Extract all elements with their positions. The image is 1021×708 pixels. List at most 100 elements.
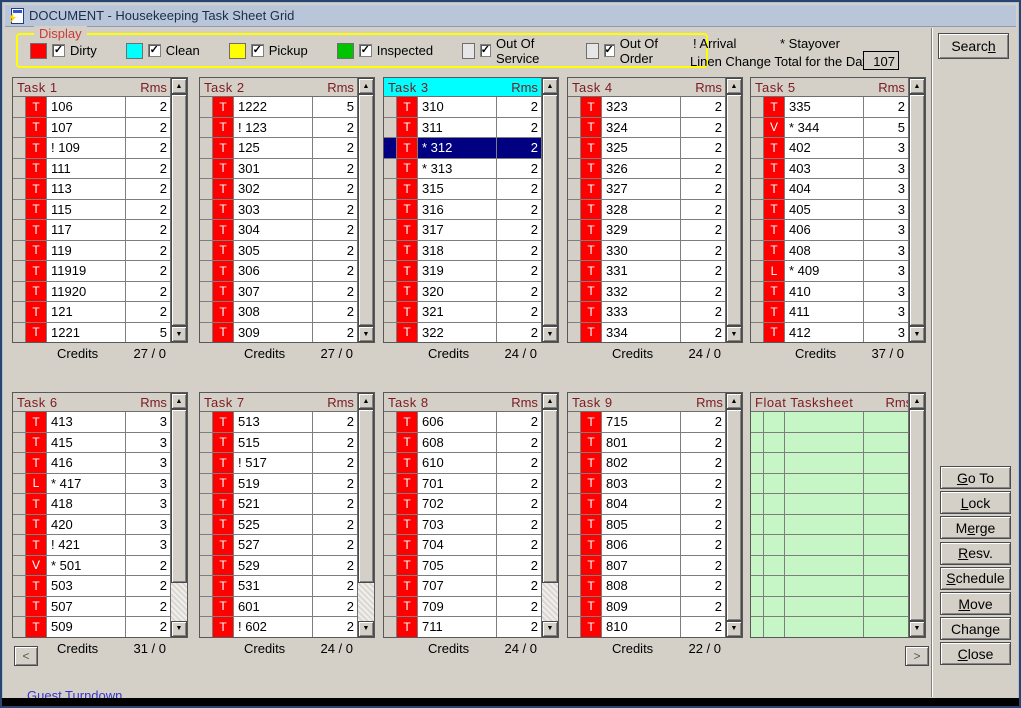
tasksheet-title[interactable]: Task 6	[13, 395, 139, 410]
room-row[interactable]	[751, 433, 908, 454]
room-row[interactable]: T7042	[384, 535, 541, 556]
room-row[interactable]: T3062	[200, 261, 357, 282]
room-row[interactable]: T4043	[751, 179, 908, 200]
scrollbar-thumb[interactable]	[909, 409, 925, 621]
scrollbar-down-arrow[interactable]: ▼	[909, 326, 925, 342]
room-row[interactable]: T3082	[200, 302, 357, 323]
tasksheet-title[interactable]: Task 9	[568, 395, 694, 410]
status-filter-checkbox[interactable]: ✓	[604, 44, 615, 57]
room-row[interactable]: T3262	[568, 159, 725, 180]
room-number-cell[interactable]	[785, 617, 864, 637]
room-number-cell[interactable]: 125	[234, 138, 313, 158]
room-row[interactable]: T1152	[13, 200, 170, 221]
room-row[interactable]: T1072	[13, 118, 170, 139]
room-row[interactable]: T4123	[751, 323, 908, 343]
room-number-cell[interactable]: 111	[47, 159, 126, 179]
room-number-cell[interactable]: 302	[234, 179, 313, 199]
room-row[interactable]: V* 3445	[751, 118, 908, 139]
room-row[interactable]: T5132	[200, 412, 357, 433]
room-number-cell[interactable]: 513	[234, 412, 313, 432]
search-button[interactable]: Search	[938, 33, 1009, 59]
room-number-cell[interactable]: 608	[418, 433, 497, 453]
scrollbar-up-arrow[interactable]: ▲	[171, 78, 187, 94]
room-row[interactable]: T1132	[13, 179, 170, 200]
room-number-cell[interactable]: 321	[418, 302, 497, 322]
room-number-cell[interactable]: 525	[234, 515, 313, 535]
scrollbar-up-arrow[interactable]: ▲	[171, 393, 187, 409]
room-number-cell[interactable]: 810	[602, 617, 681, 637]
scrollbar-thumb[interactable]	[358, 94, 374, 326]
room-number-cell[interactable]	[785, 474, 864, 494]
panel-scrollbar[interactable]: ▲▼	[908, 78, 925, 342]
scrollbar-up-arrow[interactable]: ▲	[358, 393, 374, 409]
room-number-cell[interactable]: 333	[602, 302, 681, 322]
room-row[interactable]	[751, 453, 908, 474]
tasksheet-title[interactable]: Task 3	[384, 80, 510, 95]
tasksheet-title[interactable]: Task 7	[200, 395, 326, 410]
room-number-cell[interactable]: 803	[602, 474, 681, 494]
room-number-cell[interactable]	[785, 576, 864, 596]
panel-scrollbar[interactable]: ▲▼	[908, 393, 925, 637]
room-number-cell[interactable]: 311	[418, 118, 497, 138]
room-number-cell[interactable]: 107	[47, 118, 126, 138]
room-number-cell[interactable]: 804	[602, 494, 681, 514]
panel-scrollbar[interactable]: ▲▼	[725, 78, 742, 342]
room-row[interactable]: T7052	[384, 556, 541, 577]
room-number-cell[interactable]: 331	[602, 261, 681, 281]
scrollbar-up-arrow[interactable]: ▲	[909, 78, 925, 94]
room-row[interactable]: T3222	[384, 323, 541, 343]
room-row[interactable]: T8062	[568, 535, 725, 556]
room-row[interactable]: T6012	[200, 597, 357, 618]
room-number-cell[interactable]: 413	[47, 412, 126, 432]
room-row[interactable]: T4033	[751, 159, 908, 180]
tasksheet-title[interactable]: Task 2	[200, 80, 326, 95]
scrollbar-up-arrow[interactable]: ▲	[726, 393, 742, 409]
room-number-cell[interactable]: 304	[234, 220, 313, 240]
room-number-cell[interactable]: 325	[602, 138, 681, 158]
room-number-cell[interactable]: * 344	[785, 118, 864, 138]
room-row[interactable]: T4083	[751, 241, 908, 262]
room-row[interactable]: T4163	[13, 453, 170, 474]
room-number-cell[interactable]: 709	[418, 597, 497, 617]
scroll-left-button[interactable]: <	[14, 646, 38, 666]
room-row[interactable]: T8072	[568, 556, 725, 577]
scrollbar-thumb[interactable]	[171, 409, 187, 583]
room-row[interactable]: T7022	[384, 494, 541, 515]
room-number-cell[interactable]: 310	[418, 97, 497, 117]
room-row[interactable]: T1172	[13, 220, 170, 241]
room-number-cell[interactable]: 1221	[47, 323, 126, 343]
room-number-cell[interactable]: 805	[602, 515, 681, 535]
room-row[interactable]: T8102	[568, 617, 725, 637]
scrollbar-down-arrow[interactable]: ▼	[542, 326, 558, 342]
room-number-cell[interactable]: 606	[418, 412, 497, 432]
scrollbar-thumb[interactable]	[542, 409, 558, 583]
tasksheet-title[interactable]: Task 1	[13, 80, 139, 95]
room-row[interactable]: T7012	[384, 474, 541, 495]
room-number-cell[interactable]: * 501	[47, 556, 126, 576]
schedule-button[interactable]: Schedule	[940, 567, 1011, 590]
room-row[interactable]: T3302	[568, 241, 725, 262]
panel-scrollbar[interactable]: ▲▼	[725, 393, 742, 637]
scrollbar-up-arrow[interactable]: ▲	[542, 78, 558, 94]
room-number-cell[interactable]: 335	[785, 97, 864, 117]
tasksheet-title[interactable]: Task 8	[384, 395, 510, 410]
room-number-cell[interactable]: * 313	[418, 159, 497, 179]
room-number-cell[interactable]	[785, 433, 864, 453]
room-row[interactable]: T* 3132	[384, 159, 541, 180]
room-number-cell[interactable]: 305	[234, 241, 313, 261]
room-row[interactable]: T3152	[384, 179, 541, 200]
room-number-cell[interactable]: 420	[47, 515, 126, 535]
room-number-cell[interactable]: 503	[47, 576, 126, 596]
room-number-cell[interactable]	[785, 453, 864, 473]
resv-button[interactable]: Resv.	[940, 542, 1011, 565]
scrollbar-up-arrow[interactable]: ▲	[726, 78, 742, 94]
status-filter-checkbox[interactable]: ✓	[480, 44, 491, 57]
room-number-cell[interactable]: 307	[234, 282, 313, 302]
tasksheet-title[interactable]: Task 5	[751, 80, 877, 95]
room-row[interactable]: T8092	[568, 597, 725, 618]
room-number-cell[interactable]: 809	[602, 597, 681, 617]
scrollbar-down-arrow[interactable]: ▼	[171, 326, 187, 342]
room-number-cell[interactable]: * 409	[785, 261, 864, 281]
room-number-cell[interactable]	[785, 535, 864, 555]
panel-scrollbar[interactable]: ▲▼	[357, 78, 374, 342]
